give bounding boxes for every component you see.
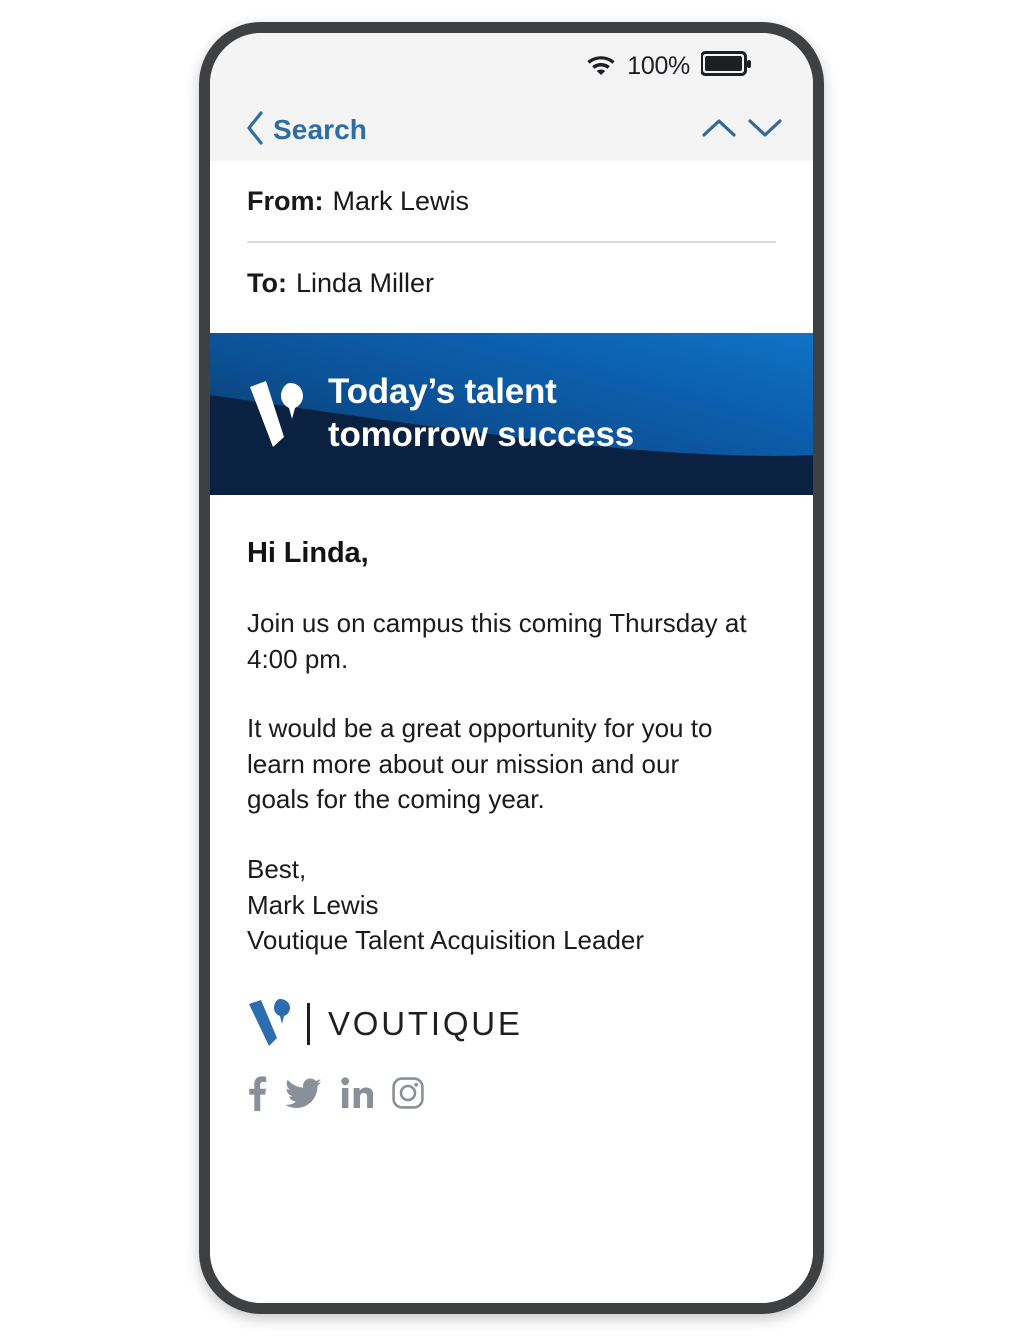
- phone-frame: 100% Search From: Mark Lewis To: Linda M…: [199, 22, 824, 1314]
- navigation-bar: Search: [210, 99, 813, 161]
- message-header: From: Mark Lewis To: Linda Miller: [210, 161, 813, 323]
- sender-name-text: Mark Lewis: [247, 889, 379, 920]
- phone-screen: 100% Search From: Mark Lewis To: Linda M…: [210, 33, 813, 1303]
- voutique-v-logo-icon: [246, 377, 308, 451]
- email-footer: VOUTIQUE: [210, 995, 813, 1115]
- from-row[interactable]: From: Mark Lewis: [210, 161, 813, 241]
- brand-lockup: VOUTIQUE: [247, 995, 776, 1053]
- battery-percent-label: 100%: [627, 51, 690, 80]
- email-banner: Today’s talent tomorrow success: [210, 333, 813, 495]
- banner-tagline: Today’s talent tomorrow success: [328, 371, 634, 456]
- chevron-up-icon[interactable]: [701, 116, 737, 145]
- body-paragraph-2: It would be a great opportunity for you …: [247, 713, 713, 815]
- to-value: Linda Miller: [295, 267, 435, 298]
- linkedin-icon[interactable]: [341, 1076, 374, 1114]
- to-row[interactable]: To: Linda Miller: [210, 243, 813, 323]
- status-bar: 100%: [210, 33, 813, 99]
- battery-full-icon: [700, 50, 751, 82]
- greeting-text: Hi Linda,: [247, 537, 369, 569]
- brand-name-text: VOUTIQUE: [328, 1005, 523, 1042]
- to-label: To:: [247, 267, 287, 298]
- sign-off-text: Best,: [247, 854, 307, 885]
- from-label: From:: [247, 185, 324, 216]
- screenshot-root: 100% Search From: Mark Lewis To: Linda M…: [0, 0, 1022, 1340]
- twitter-icon[interactable]: [285, 1078, 322, 1113]
- email-body: Hi Linda, Join us on campus this coming …: [210, 495, 813, 959]
- instagram-icon[interactable]: [392, 1076, 424, 1114]
- social-links: [247, 1075, 776, 1115]
- voutique-v-logo-icon: [247, 996, 293, 1053]
- signature-block: Best, Mark Lewis Voutique Talent Acquisi…: [247, 852, 776, 959]
- banner-content: Today’s talent tomorrow success: [210, 333, 813, 495]
- message-navigation-arrows: [701, 116, 783, 145]
- chevron-down-icon[interactable]: [747, 116, 783, 145]
- body-paragraph-1: Join us on campus this coming Thursday a…: [247, 608, 747, 674]
- back-to-search-button[interactable]: Search: [246, 110, 367, 150]
- banner-tagline-line1: Today’s talent: [328, 372, 557, 412]
- chevron-left-icon: [246, 110, 264, 150]
- sender-title-text: Voutique Talent Acquisition Leader: [247, 925, 645, 956]
- banner-tagline-line2: tomorrow success: [328, 415, 635, 454]
- brand-divider: [307, 1003, 310, 1045]
- facebook-icon[interactable]: [247, 1075, 267, 1116]
- wifi-icon: [586, 52, 616, 80]
- from-value: Mark Lewis: [332, 185, 470, 216]
- back-button-label: Search: [273, 114, 367, 145]
